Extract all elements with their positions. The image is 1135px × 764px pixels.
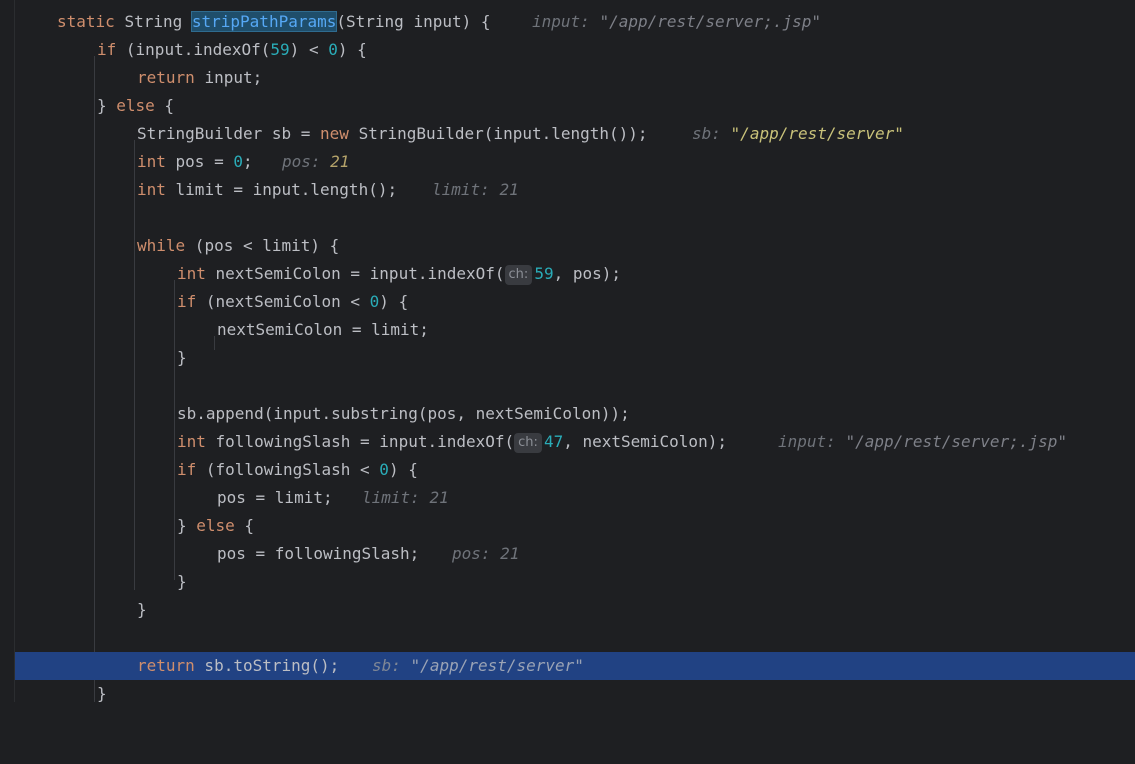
debug-hint-name: input: [532,12,590,31]
code-text: } [97,96,117,115]
code-text: sb.append(input.substring(pos, nextSemiC… [177,404,630,423]
keyword: return [137,656,195,675]
code-text: pos = limit; [217,488,333,507]
code-line[interactable]: } [0,596,1135,624]
code-line[interactable]: static String stripPathParams(String inp… [0,8,1135,36]
keyword: if [97,40,117,59]
code-text: , nextSemiColon); [563,432,727,451]
current-execution-line[interactable]: return sb.toString(); sb: "/app/rest/ser… [15,652,1135,680]
debug-hint-value: 21 [499,180,519,199]
code-line[interactable]: } else { [0,92,1135,120]
code-text: StringBuilder sb = [137,124,321,143]
code-line[interactable]: int followingSlash = input.indexOf(ch: 47… [0,428,1135,456]
keyword: else [196,516,235,535]
code-line[interactable]: int nextSemiColon = input.indexOf(ch: 59,… [0,260,1135,288]
code-line[interactable]: if (followingSlash < 0) { [0,456,1135,484]
code-text: pos = followingSlash; [217,544,420,563]
parameter-hint: ch: [514,433,542,453]
code-text: } [97,684,107,703]
number-literal: 0 [379,460,389,479]
method-signature: (String input) { [336,12,491,31]
code-text: ) { [388,460,418,479]
keyword: new [320,124,349,143]
code-text: ) { [379,292,409,311]
code-text: } [177,348,187,367]
debug-hint-value: "/app/rest/server" [410,656,584,675]
debug-hint-name: sb: [692,124,721,143]
keyword: if [177,460,197,479]
code-line[interactable]: } [0,568,1135,596]
code-text: (input.indexOf( [125,40,271,59]
code-text: sb.toString(); [194,656,340,675]
debug-hint-name: input: [778,432,836,451]
keyword: int [137,180,166,199]
debug-hint-name: pos: [452,544,491,563]
code-line[interactable]: } else { [0,512,1135,540]
number-literal: 0 [328,40,338,59]
code-text: nextSemiColon = input.indexOf( [205,264,505,283]
code-text: ; [242,152,253,171]
code-line[interactable]: nextSemiColon = limit; [0,316,1135,344]
debug-hint-name: limit: [432,180,490,199]
code-line[interactable]: return input; [0,64,1135,92]
debug-hint-name: limit: [362,488,420,507]
debug-hint-value: 21 [500,544,520,563]
keyword: if [177,292,197,311]
code-line[interactable]: pos = limit; limit: 21 [0,484,1135,512]
code-text: nextSemiColon = limit; [217,320,429,339]
debug-hint-value: 21 [429,488,449,507]
keyword: int [177,432,206,451]
number-literal: 47 [543,432,564,451]
code-line[interactable]: if (nextSemiColon < 0) { [0,288,1135,316]
code-text: { [234,516,255,535]
code-line[interactable]: if (input.indexOf(59) < 0) { [0,36,1135,64]
code-text: input; [204,68,263,87]
debug-hint-value: "/app/rest/server;.jsp" [845,432,1067,451]
code-line[interactable]: while (pos < limit) { [0,232,1135,260]
number-literal: 59 [270,40,290,59]
code-text: (followingSlash < [196,460,380,479]
keyword: else [116,96,155,115]
code-text: (pos < limit) { [185,236,340,255]
code-text: limit = input.length(); [165,180,398,199]
parameter-hint: ch: [504,265,533,285]
code-line[interactable]: int limit = input.length(); limit: 21 [0,176,1135,204]
code-text: (nextSemiColon < [196,292,370,311]
keyword: int [177,264,206,283]
keyword: int [137,152,166,171]
type-name: String [124,12,183,31]
keyword: while [137,236,186,255]
number-literal: 0 [233,152,243,171]
number-literal: 0 [369,292,380,311]
code-text: pos = [165,152,234,171]
code-line[interactable]: } [0,344,1135,372]
debug-hint-name: sb: [372,656,401,675]
code-line[interactable]: pos = followingSlash; pos: 21 [0,540,1135,568]
code-line[interactable]: sb.append(input.substring(pos, nextSemiC… [0,400,1135,428]
code-text: followingSlash = input.indexOf( [205,432,515,451]
code-text: } [177,516,197,535]
code-text: ) { [337,40,367,59]
code-text: ) < [289,40,329,59]
debug-hint-name: pos: [282,152,321,171]
code-text: { [154,96,175,115]
keyword: static [57,12,115,31]
debug-hint-value: 21 [330,152,350,171]
debug-hint-value: "/app/rest/server;.jsp" [599,12,821,31]
code-text: , pos); [553,264,622,283]
method-name[interactable]: stripPathParams [190,11,338,32]
code-text: StringBuilder(input.length()); [348,124,648,143]
code-line[interactable]: int pos = 0; pos: 21 [0,148,1135,176]
code-line[interactable]: StringBuilder sb = new StringBuilder(inp… [0,120,1135,148]
number-literal: 59 [534,264,554,283]
code-text: } [137,600,147,619]
keyword: return [137,68,195,87]
debug-hint-value: "/app/rest/server" [730,124,904,143]
code-text: } [177,572,187,591]
code-line[interactable]: } [0,680,1135,708]
